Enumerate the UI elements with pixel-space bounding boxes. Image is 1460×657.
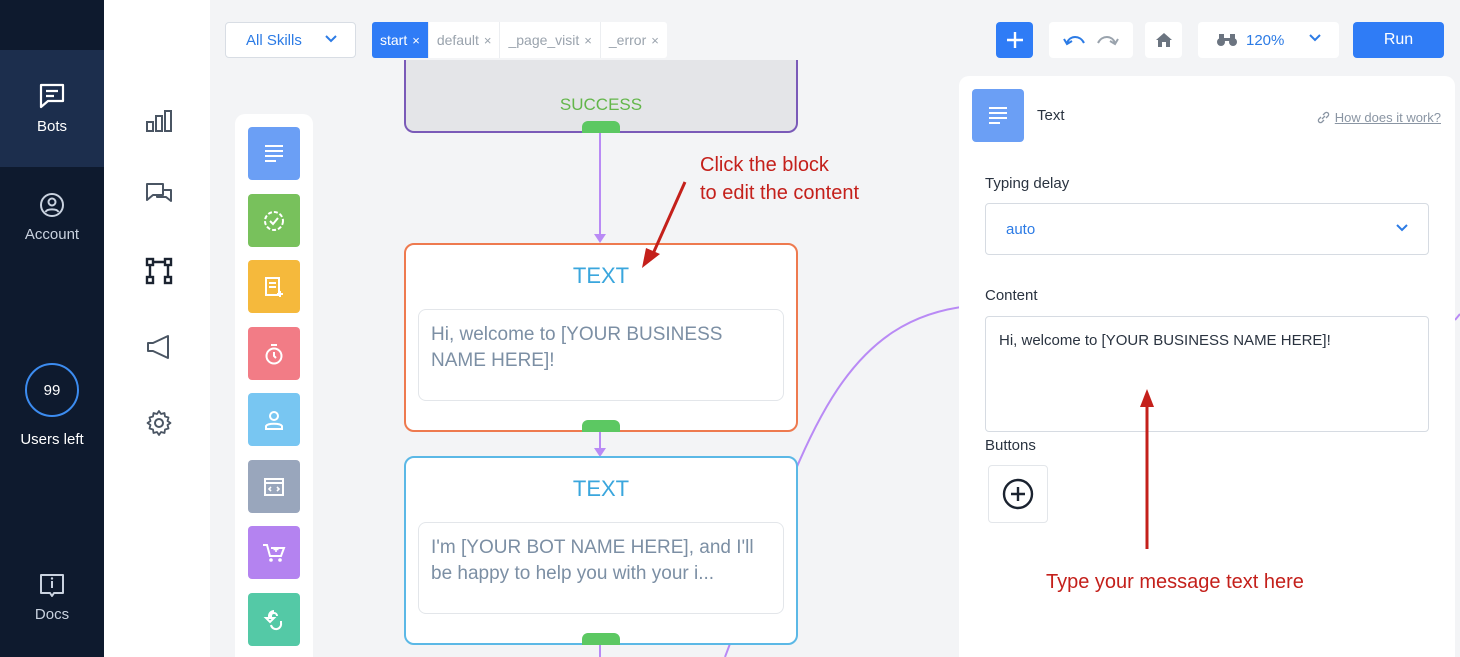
broadcast-icon[interactable] <box>144 332 174 362</box>
conversations-icon[interactable] <box>144 180 174 210</box>
typing-delay-value: auto <box>1006 220 1036 238</box>
chevron-down-icon <box>1309 34 1321 42</box>
skills-select-value: All Skills <box>246 31 302 49</box>
flow-canvas[interactable]: All Skills start × default × _page_visit × … <box>210 0 1460 657</box>
tag-error[interactable]: _error × <box>600 22 667 58</box>
user-circle-icon <box>40 193 64 217</box>
sidebar-item-docs[interactable]: Docs <box>0 572 104 642</box>
undo-icon[interactable] <box>1063 33 1087 47</box>
redo-icon[interactable] <box>1095 33 1119 47</box>
run-button[interactable]: Run <box>1353 22 1444 58</box>
help-link-text: How does it work? <box>1334 110 1441 125</box>
buttons-label: Buttons <box>985 437 1036 454</box>
block-title: TEXT <box>572 263 630 288</box>
tag-label: _error <box>608 32 647 48</box>
close-icon[interactable]: × <box>412 33 420 48</box>
block-body: I'm [YOUR BOT NAME HERE], and I'll be ha… <box>418 522 784 614</box>
block-palette <box>235 114 313 657</box>
link-icon <box>1317 111 1329 124</box>
chevron-down-icon <box>1396 224 1408 232</box>
success-label: SUCCESS <box>559 95 643 114</box>
tag-label: default <box>436 32 479 48</box>
tag-label: _page_visit <box>508 32 580 48</box>
typing-delay-label: Typing delay <box>985 175 1070 192</box>
panel-title: Text <box>1037 107 1065 124</box>
zoom-select[interactable]: 120% <box>1198 22 1339 58</box>
tag-default[interactable]: default × <box>428 22 501 58</box>
chevron-down-icon <box>325 35 337 43</box>
tag-label: start <box>380 32 408 48</box>
help-link[interactable]: How does it work? <box>1317 110 1441 125</box>
chat-box-icon <box>39 83 65 109</box>
connector-handle[interactable] <box>582 121 620 133</box>
skills-select[interactable]: All Skills <box>225 22 356 58</box>
sidebar-item-label: Docs <box>34 606 70 623</box>
binoculars-icon <box>1217 34 1237 46</box>
book-info-icon <box>40 574 64 597</box>
integration-block-icon[interactable] <box>248 593 300 646</box>
sidebar-item-label: Account <box>24 226 80 243</box>
tag-start[interactable]: start × <box>372 22 429 58</box>
users-left-widget: 99 Users left <box>0 363 104 453</box>
sidebar-item-bots[interactable]: Bots <box>0 50 104 167</box>
block-editor-panel: Text How does it work? Typing delay auto… <box>959 76 1455 657</box>
success-block[interactable]: SUCCESS <box>404 60 798 133</box>
close-icon[interactable]: × <box>651 33 659 48</box>
annotation-arrow <box>1140 389 1154 549</box>
users-left-label: Users left <box>20 431 84 448</box>
block-title: TEXT <box>572 476 630 501</box>
sidebar-item-account[interactable]: Account <box>0 192 104 262</box>
text-block[interactable]: TEXT I'm [YOUR BOT NAME HERE], and I'll … <box>404 456 798 645</box>
zoom-value: 120% <box>1246 31 1285 49</box>
skill-tags: start × default × _page_visit × _error × <box>372 22 667 58</box>
typing-delay-select[interactable]: auto <box>985 203 1429 255</box>
text-block-icon[interactable] <box>248 127 300 180</box>
analytics-icon[interactable] <box>144 106 174 136</box>
form-block-icon[interactable] <box>248 260 300 313</box>
annotation-type-message: Type your message text here <box>1046 571 1304 593</box>
cart-block-icon[interactable] <box>248 526 300 579</box>
home-icon <box>1155 33 1172 47</box>
canvas-toolbar: All Skills start × default × _page_visit × … <box>210 0 1460 76</box>
content-textarea[interactable]: Hi, welcome to [YOUR BUSINESS NAME HERE]… <box>985 316 1429 432</box>
users-left-count: 99 <box>25 363 79 417</box>
main-sidebar: Bots Account 99 Users left Docs <box>0 0 104 657</box>
tool-column <box>104 0 210 657</box>
check-block-icon[interactable] <box>248 194 300 247</box>
code-block-icon[interactable] <box>248 460 300 513</box>
annotation-click-block: Click the block to edit the content <box>700 154 860 204</box>
close-icon[interactable]: × <box>484 33 492 48</box>
settings-icon[interactable] <box>144 408 174 438</box>
add-block-button[interactable] <box>996 22 1033 58</box>
add-button-button[interactable] <box>988 465 1048 523</box>
undo-redo-group <box>1049 22 1133 58</box>
home-button[interactable] <box>1145 22 1182 58</box>
plus-icon <box>1006 32 1023 48</box>
connector-handle[interactable] <box>582 420 620 432</box>
annotation-arrow <box>642 181 687 268</box>
close-icon[interactable]: × <box>584 33 592 48</box>
flow-builder-icon[interactable] <box>144 256 174 286</box>
user-block-icon[interactable] <box>248 393 300 446</box>
text-block-icon <box>972 89 1024 142</box>
tag-page-visit[interactable]: _page_visit × <box>500 22 601 58</box>
content-label: Content <box>985 287 1038 304</box>
sidebar-item-label: Bots <box>36 118 67 135</box>
timer-block-icon[interactable] <box>248 327 300 380</box>
plus-circle-icon <box>1002 478 1034 510</box>
text-block-selected[interactable]: TEXT Hi, welcome to [YOUR BUSINESS NAME … <box>404 243 798 432</box>
block-body: Hi, welcome to [YOUR BUSINESS NAME HERE]… <box>418 309 784 401</box>
connector-handle[interactable] <box>582 633 620 645</box>
